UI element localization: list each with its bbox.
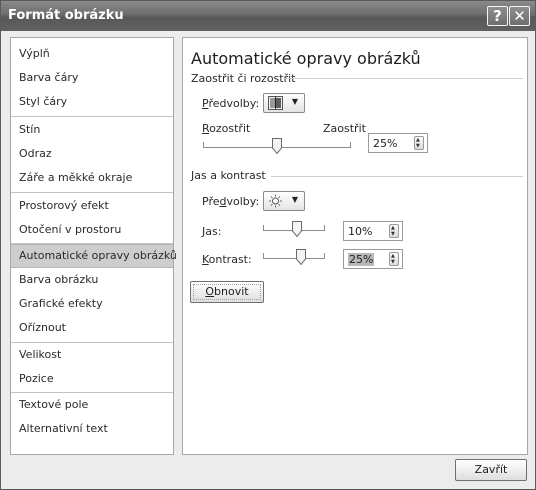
help-icon: ? [493,7,502,25]
sidebar-item-position[interactable]: Pozice [11,367,173,391]
brightness-label: Jas: [202,225,222,238]
sidebar-divider [11,192,173,193]
brightness-presets-label: Předvolby: [202,195,260,208]
sidebar-item-fill[interactable]: Výplň [11,42,173,66]
sharpen-presets-dropdown[interactable]: ▼ [263,93,305,113]
chevron-down-icon: ▼ [291,195,298,204]
page-title: Automatické opravy obrázků [191,49,421,68]
close-button-label: Zavřít [474,463,508,476]
sharpness-value[interactable]: 25% [373,137,397,150]
sharpness-slider-thumb[interactable] [272,138,282,154]
format-picture-dialog: Formát obrázku ? ✕ Výplň Barva čáry Styl… [0,0,536,490]
sidebar-item-line-style[interactable]: Styl čáry [11,90,173,114]
sharpen-preset-icon [268,96,283,110]
brightness-presets-dropdown[interactable]: ▼ [263,191,305,211]
sidebar-item-line-color[interactable]: Barva čáry [11,66,173,90]
sidebar-item-picture-color[interactable]: Barva obrázku [11,268,173,292]
sidebar-item-artistic-effects[interactable]: Grafické efekty [11,292,173,316]
slider-tick [263,225,264,230]
contrast-spinner[interactable]: 25% ▲ ▼ [343,249,403,269]
spinner-arrows[interactable]: ▲ ▼ [414,136,424,150]
soften-label: Rozostřit [202,122,251,135]
sidebar-item-glow-soft-edges[interactable]: Záře a měkké okraje [11,166,173,190]
reset-button-label: Obnovit [205,285,249,298]
contrast-slider-track [263,258,325,259]
brightness-section-title: Jas a kontrast [191,169,266,182]
picture-corrections-panel: Automatické opravy obrázků Zaostřit či r… [182,37,528,455]
contrast-label: Kontrast: [202,253,252,266]
brightness-spinner[interactable]: 10% ▲ ▼ [343,221,403,241]
sidebar-item-text-box[interactable]: Textové pole [11,393,173,417]
brightness-value[interactable]: 10% [348,225,372,238]
title-bar[interactable]: Formát obrázku ? ✕ [1,1,535,31]
sharpen-section-title: Zaostřit či rozostřit [191,72,296,85]
sharpen-label: Zaostřit [323,122,366,135]
sidebar-item-shadow[interactable]: Stín [11,118,173,142]
sidebar-item-3d-format[interactable]: Prostorový efekt [11,194,173,218]
sidebar-item-picture-corrections[interactable]: Automatické opravy obrázků [11,244,177,268]
slider-tick [324,225,325,230]
slider-tick [263,253,264,258]
close-icon: ✕ [513,7,526,25]
sidebar-item-3d-rotation[interactable]: Otočení v prostoru [11,218,173,242]
brightness-slider-thumb[interactable] [292,221,303,237]
slider-tick [324,253,325,258]
slider-tick [350,142,351,147]
chevron-down-icon: ▼ [291,97,298,106]
category-list: Výplň Barva čáry Styl čáry Stín Odraz Zá… [10,37,177,455]
sharpness-spinner[interactable]: 25% ▲ ▼ [368,133,428,153]
section-divider [285,78,523,79]
help-button[interactable]: ? [487,6,508,26]
sidebar-divider [11,116,173,117]
sharpen-presets-label: Předvolby: [202,97,260,110]
section-divider [271,176,523,177]
dialog-title: Formát obrázku [8,8,124,23]
sidebar-item-size[interactable]: Velikost [11,343,173,367]
sidebar-item-crop[interactable]: Oříznout [11,316,173,340]
sun-preset-icon [269,194,282,208]
contrast-slider-thumb[interactable] [296,249,307,265]
contrast-value[interactable]: 25% [348,253,375,266]
close-button[interactable]: Zavřít [455,459,527,481]
spinner-arrows[interactable]: ▲ ▼ [389,252,399,266]
close-window-button[interactable]: ✕ [509,6,530,26]
sidebar-item-reflection[interactable]: Odraz [11,142,173,166]
slider-tick [203,142,204,147]
sidebar-item-alt-text[interactable]: Alternativní text [11,417,173,441]
spinner-arrows[interactable]: ▲ ▼ [389,224,399,238]
reset-button[interactable]: Obnovit [190,281,264,303]
